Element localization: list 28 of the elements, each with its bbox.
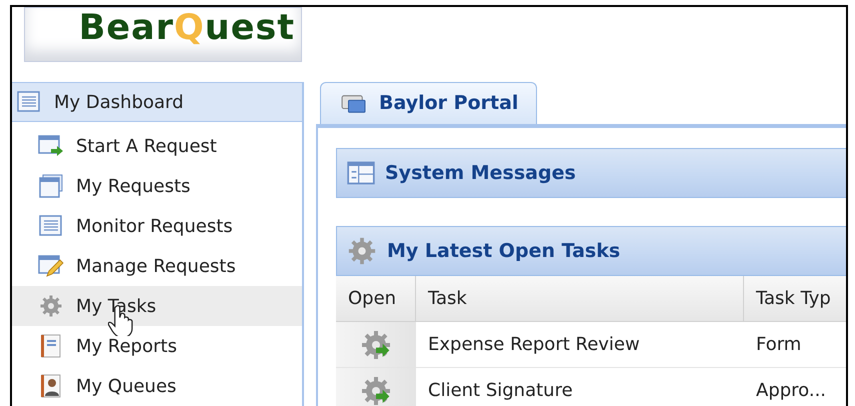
panel-title: System Messages	[385, 160, 576, 186]
table-cell-text: Form	[755, 333, 802, 357]
gear-icon	[347, 236, 377, 266]
window-pencil-icon	[38, 254, 64, 278]
column-header[interactable]: Task Typ	[744, 276, 846, 321]
form-icon	[347, 159, 375, 187]
table-cell-text: Expense Report Review	[427, 333, 641, 357]
window-arrow-icon	[38, 134, 64, 158]
logo: BearQuest	[24, 7, 302, 62]
open-task-icon	[360, 328, 392, 360]
table-cell-text: Client Signature	[427, 379, 574, 403]
tab[interactable]: Baylor Portal	[320, 82, 538, 124]
list-icon	[16, 90, 42, 114]
panel-title: My Latest Open Tasks	[387, 238, 620, 264]
column-header[interactable]: Open	[336, 276, 416, 321]
sidebar-item[interactable]: My Requests	[12, 166, 302, 206]
sidebar-title: My Dashboard	[54, 90, 184, 114]
sidebar-item[interactable]: Start A Request	[12, 126, 302, 166]
table-cell-text: Appro...	[755, 379, 828, 403]
windows-icon	[38, 174, 64, 198]
sidebar-item[interactable]: Monitor Requests	[12, 206, 302, 246]
sidebar-item[interactable]: My Queues	[12, 366, 302, 406]
gear-icon	[38, 294, 64, 318]
sidebar-item[interactable]: Manage Requests	[12, 246, 302, 286]
list-icon	[38, 214, 64, 238]
open-task-icon	[360, 374, 392, 406]
sidebar-item[interactable]: My Reports	[12, 326, 302, 366]
column-header[interactable]: Task	[416, 276, 744, 321]
